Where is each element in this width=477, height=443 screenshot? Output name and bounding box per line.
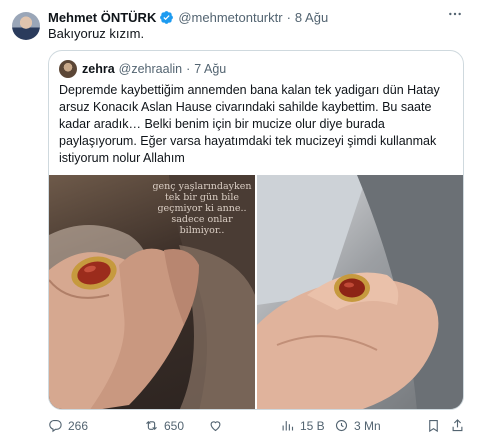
tweet[interactable]: Mehmet ÖNTÜRK @mehmetonturktr · 8 Ağu Ba…: [0, 0, 477, 443]
clock-icon: [335, 419, 348, 432]
bookmark-button[interactable]: [426, 418, 446, 433]
tweet-header: Mehmet ÖNTÜRK @mehmetonturktr · 8 Ağu: [48, 8, 328, 26]
views-button[interactable]: 15 B: [280, 418, 325, 433]
quote-author-name[interactable]: zehra: [82, 62, 115, 76]
bookmark-count-stat[interactable]: 3 Mn: [334, 418, 381, 433]
retweet-button[interactable]: 650: [144, 418, 184, 433]
quote-time[interactable]: 7 Ağu: [194, 62, 226, 76]
more-horizontal-icon[interactable]: [447, 6, 463, 27]
tweet-time[interactable]: 8 Ağu: [295, 10, 328, 25]
image-caption: genç yaşlarındayken tek bir gün bile geç…: [152, 181, 252, 236]
quote-text: Depremde kaybettiğim annemden bana kalan…: [59, 83, 440, 165]
reply-count: 266: [68, 418, 89, 433]
tweet-text: Bakıyoruz kızım.: [48, 26, 145, 41]
share-button[interactable]: [450, 418, 470, 433]
quote-header: zehra @zehraalin · 7 Ağu: [59, 60, 226, 78]
bookmark-count: 3 Mn: [354, 418, 381, 433]
reply-button[interactable]: 266: [48, 418, 88, 433]
ring-photo-left[interactable]: genç yaşlarındayken tek bir gün bile geç…: [49, 175, 255, 409]
author-name[interactable]: Mehmet ÖNTÜRK: [48, 10, 156, 25]
verified-badge-icon: [159, 10, 174, 25]
separator-dot: ·: [186, 62, 191, 76]
author-avatar[interactable]: [12, 12, 40, 40]
ring-photo-right[interactable]: [257, 175, 463, 409]
reply-icon: [49, 419, 62, 433]
quote-author-avatar[interactable]: [59, 60, 77, 78]
separator-dot: ·: [286, 9, 291, 25]
like-button[interactable]: [208, 418, 228, 433]
bookmark-icon: [429, 419, 438, 433]
share-icon: [452, 419, 463, 432]
tweet-actions: 266 650 15 B 3 Mn: [48, 416, 468, 438]
ring-photo-right-art: [257, 175, 463, 409]
quote-author-handle[interactable]: @zehraalin: [119, 62, 182, 76]
views-icon: [282, 421, 294, 431]
quoted-tweet[interactable]: zehra @zehraalin · 7 Ağu Depremde kaybet…: [48, 50, 464, 410]
views-count: 15 B: [300, 418, 325, 433]
retweet-count: 650: [164, 418, 185, 433]
author-handle[interactable]: @mehmetonturktr: [178, 10, 282, 25]
heart-icon: [210, 421, 221, 432]
quote-media[interactable]: genç yaşlarındayken tek bir gün bile geç…: [49, 175, 463, 409]
retweet-icon: [146, 420, 157, 431]
